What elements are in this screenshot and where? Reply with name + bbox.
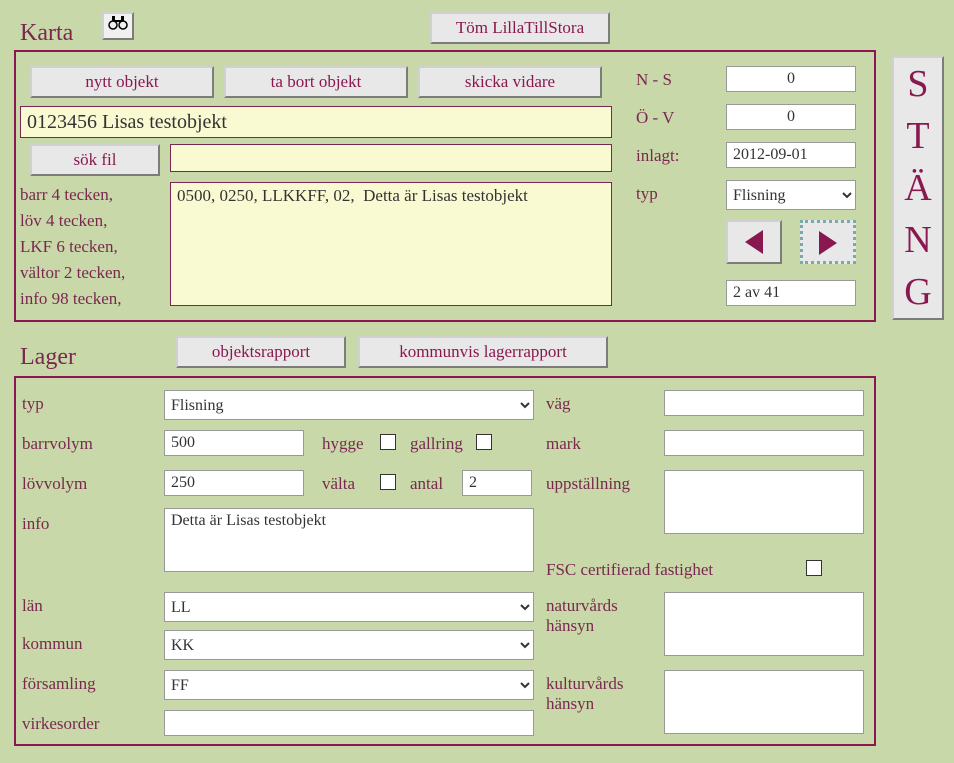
- kommun-label: kommun: [22, 634, 82, 654]
- kommunvis-lagerrapport-button[interactable]: kommunvis lagerrapport: [358, 336, 608, 368]
- mark-field[interactable]: [664, 430, 864, 456]
- objektsrapport-button[interactable]: objektsrapport: [176, 336, 346, 368]
- sok-fil-field[interactable]: [170, 144, 612, 172]
- lan-select[interactable]: LL: [164, 592, 534, 622]
- typ-select-karta[interactable]: Flisning: [726, 180, 856, 210]
- stang-char: G: [894, 266, 942, 318]
- barrvolym-label: barrvolym: [22, 434, 93, 454]
- skicka-vidare-button[interactable]: skicka vidare: [418, 66, 602, 98]
- valta-label: välta: [322, 474, 355, 494]
- previous-button[interactable]: [726, 220, 782, 264]
- stang-char: S: [894, 58, 942, 110]
- fsc-label: FSC certifierad fastighet: [546, 560, 713, 580]
- tom-lilla-till-stora-button[interactable]: Töm LillaTillStora: [430, 12, 610, 44]
- mark-label: mark: [546, 434, 581, 454]
- kulturvards-label: kulturvårds hänsyn: [546, 674, 656, 714]
- vag-field[interactable]: [664, 390, 864, 416]
- lan-label: län: [22, 596, 43, 616]
- antal-field[interactable]: [462, 470, 532, 496]
- antal-label: antal: [410, 474, 443, 494]
- stang-char: N: [894, 214, 942, 266]
- inlagt-field[interactable]: [726, 142, 856, 168]
- lovvolym-label: lövvolym: [22, 474, 87, 494]
- info-label: info: [22, 514, 49, 534]
- kulturvards-textarea[interactable]: [664, 670, 864, 734]
- lager-typ-select[interactable]: Flisning: [164, 390, 534, 420]
- ns-field[interactable]: [726, 66, 856, 92]
- vag-label: väg: [546, 394, 571, 414]
- forsamling-label: församling: [22, 674, 96, 694]
- karta-panel: nytt objekt ta bort objekt skicka vidare…: [14, 50, 876, 322]
- hygge-checkbox[interactable]: [380, 434, 396, 450]
- kommun-select[interactable]: KK: [164, 630, 534, 660]
- hygge-label: hygge: [322, 434, 364, 454]
- ov-label: Ö - V: [636, 108, 674, 128]
- info-textarea[interactable]: Detta är Lisas testobjekt: [164, 508, 534, 572]
- virkesorder-label: virkesorder: [22, 714, 99, 734]
- gallring-checkbox[interactable]: [476, 434, 492, 450]
- ta-bort-objekt-button[interactable]: ta bort objekt: [224, 66, 408, 98]
- fsc-checkbox[interactable]: [806, 560, 822, 576]
- nytt-objekt-button[interactable]: nytt objekt: [30, 66, 214, 98]
- naturvards-label: naturvårds hänsyn: [546, 596, 656, 636]
- uppstallning-label: uppställning: [546, 474, 630, 494]
- uppstallning-textarea[interactable]: [664, 470, 864, 534]
- lovvolym-field[interactable]: [164, 470, 304, 496]
- object-title-field[interactable]: [20, 106, 612, 138]
- inlagt-label: inlagt:: [636, 146, 679, 166]
- ns-label: N - S: [636, 70, 672, 90]
- binoculars-icon: [108, 19, 128, 34]
- lager-typ-label: typ: [22, 394, 44, 414]
- naturvards-textarea[interactable]: [664, 592, 864, 656]
- field-hint-text: barr 4 tecken, löv 4 tecken, LKF 6 tecke…: [20, 182, 160, 312]
- ov-field[interactable]: [726, 104, 856, 130]
- next-button[interactable]: [800, 220, 856, 264]
- sok-fil-button[interactable]: sök fil: [30, 144, 160, 176]
- typ-label-karta: typ: [636, 184, 658, 204]
- triangle-right-icon: [819, 231, 837, 255]
- valta-checkbox[interactable]: [380, 474, 396, 490]
- object-data-textarea[interactable]: 0500, 0250, LLKKFF, 02, Detta är Lisas t…: [170, 182, 612, 306]
- lager-section-title: Lager: [20, 344, 76, 371]
- forsamling-select[interactable]: FF: [164, 670, 534, 700]
- stang-char: Ä: [894, 162, 942, 214]
- karta-section-title: Karta: [20, 20, 73, 47]
- barrvolym-field[interactable]: [164, 430, 304, 456]
- virkesorder-field[interactable]: [164, 710, 534, 736]
- triangle-left-icon: [745, 230, 763, 254]
- lager-panel: typ Flisning barrvolym hygge gallring lö…: [14, 376, 876, 746]
- stang-char: T: [894, 110, 942, 162]
- stang-close-button[interactable]: S T Ä N G: [892, 56, 944, 320]
- gallring-label: gallring: [410, 434, 463, 454]
- page-status-field[interactable]: [726, 280, 856, 306]
- binoculars-icon-button[interactable]: [102, 12, 134, 40]
